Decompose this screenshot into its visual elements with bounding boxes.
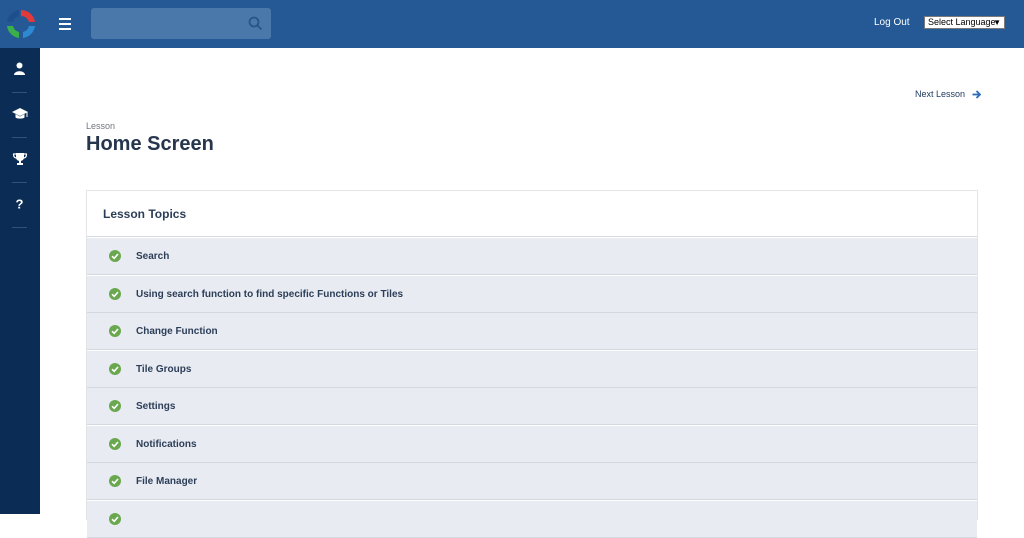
topic-row[interactable]: Notifications <box>87 425 977 463</box>
svg-text:?: ? <box>16 197 24 210</box>
check-circle-icon <box>109 437 121 450</box>
topic-row[interactable]: Search <box>87 238 977 275</box>
topic-label: Tile Groups <box>136 363 192 375</box>
page-title: Home Screen <box>86 133 214 155</box>
dropdown-arrow-icon: ▼ <box>993 18 1001 27</box>
hamburger-menu-icon[interactable] <box>56 15 74 33</box>
sidebar-item-profile[interactable] <box>0 48 40 92</box>
sidebar: ? <box>0 48 40 514</box>
search-bar <box>91 8 271 39</box>
user-icon <box>14 62 25 75</box>
top-bar: Log Out Select Language ▼ <box>0 0 1024 48</box>
check-circle-icon <box>109 362 121 375</box>
check-circle-icon <box>109 400 121 412</box>
check-circle-icon <box>109 250 121 262</box>
check-circle-icon <box>109 475 121 487</box>
trophy-icon <box>13 153 27 165</box>
topic-label: Notifications <box>136 438 197 450</box>
graduation-cap-icon <box>12 108 28 119</box>
sidebar-divider <box>12 227 27 228</box>
topic-row[interactable]: Using search function to find specific F… <box>87 275 977 313</box>
topic-row[interactable]: Tile Groups <box>87 350 977 388</box>
sidebar-item-achievements[interactable] <box>0 138 40 182</box>
topic-row[interactable]: File Manager <box>87 463 977 500</box>
topic-label: Search <box>136 251 170 262</box>
question-icon: ? <box>16 197 24 210</box>
check-circle-icon <box>109 512 121 525</box>
language-select[interactable]: Select Language ▼ <box>924 16 1005 29</box>
card-header: Lesson Topics <box>87 191 977 237</box>
topic-label: Using search function to find specific F… <box>136 288 404 300</box>
next-lesson-link[interactable]: Next Lesson <box>915 89 981 99</box>
sidebar-item-courses[interactable] <box>0 93 40 137</box>
language-select-label: Select Language <box>928 17 996 27</box>
app-logo[interactable] <box>4 7 38 41</box>
next-lesson-label: Next Lesson <box>915 89 966 99</box>
search-icon[interactable] <box>248 16 263 31</box>
topic-label: File Manager <box>136 476 198 487</box>
logout-link[interactable]: Log Out <box>874 17 910 28</box>
arrow-right-icon <box>972 90 981 99</box>
check-circle-icon <box>109 287 121 300</box>
topic-row[interactable]: Change Function <box>87 313 977 350</box>
breadcrumb: Lesson <box>86 121 116 131</box>
topic-row[interactable]: Settings <box>87 388 977 425</box>
check-circle-icon <box>109 325 121 337</box>
topic-row[interactable] <box>87 500 977 538</box>
lesson-topics-card: Lesson Topics Search Using search functio… <box>86 190 978 538</box>
topic-label: Settings <box>136 401 176 412</box>
search-input[interactable] <box>91 8 241 39</box>
sidebar-item-help[interactable]: ? <box>0 183 40 227</box>
topic-label: Change Function <box>136 326 218 337</box>
card-title: Lesson Topics <box>103 207 187 221</box>
